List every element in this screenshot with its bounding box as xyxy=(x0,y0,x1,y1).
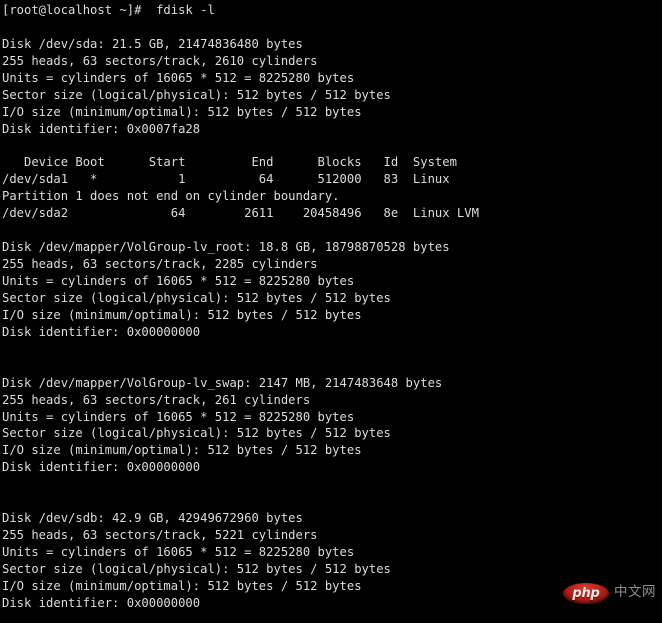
terminal-line: Disk identifier: 0x00000000 xyxy=(2,324,201,339)
terminal-line: /dev/sda2 64 2611 20458496 8e Linux LVM xyxy=(2,206,479,221)
terminal-line: I/O size (minimum/optimal): 512 bytes / … xyxy=(2,104,362,119)
terminal-line: Disk /dev/sdb: 42.9 GB, 42949672960 byte… xyxy=(2,511,303,526)
terminal-line: 255 heads, 63 sectors/track, 261 cylinde… xyxy=(2,392,311,407)
terminal-line: /dev/sda1 * 1 64 512000 83 Linux xyxy=(2,172,450,187)
terminal-line: Disk identifier: 0x0007fa28 xyxy=(2,121,201,136)
terminal-line: 255 heads, 63 sectors/track, 2610 cylind… xyxy=(2,53,318,68)
terminal-line: Units = cylinders of 16065 * 512 = 82252… xyxy=(2,545,355,559)
terminal-line: Disk /dev/mapper/VolGroup-lv_root: 18.8 … xyxy=(2,240,450,255)
terminal-line: I/O size (minimum/optimal): 512 bytes / … xyxy=(2,307,362,322)
terminal-line: 255 heads, 63 sectors/track, 2285 cylind… xyxy=(2,257,318,272)
terminal-line: Partition 1 does not end on cylinder bou… xyxy=(2,189,340,204)
terminal-line: Sector size (logical/physical): 512 byte… xyxy=(2,426,391,441)
terminal-line: Device Boot Start End Blocks Id System xyxy=(2,155,457,170)
terminal-line: Disk identifier: 0x00000000 xyxy=(2,460,201,475)
terminal-line: Sector size (logical/physical): 512 byte… xyxy=(2,87,391,102)
terminal-line: I/O size (minimum/optimal): 512 bytes / … xyxy=(2,578,362,593)
terminal-line: I/O size (minimum/optimal): 512 bytes / … xyxy=(2,443,362,458)
terminal-line: Units = cylinders of 16065 * 512 = 82252… xyxy=(2,409,355,424)
terminal-line: Disk /dev/mapper/VolGroup-lv_swap: 2147 … xyxy=(2,375,443,390)
terminal-line: Disk /dev/sda: 21.5 GB, 21474836480 byte… xyxy=(2,36,303,51)
terminal-line: Units = cylinders of 16065 * 512 = 82252… xyxy=(2,274,355,288)
terminal-output[interactable]: [root@localhost ~]# fdisk -l Disk /dev/s… xyxy=(0,0,662,623)
terminal-line: Sector size (logical/physical): 512 byte… xyxy=(2,561,391,576)
terminal-line: Sector size (logical/physical): 512 byte… xyxy=(2,290,391,305)
terminal-line: [root@localhost ~]# fdisk -l xyxy=(2,3,215,17)
terminal-line: Disk identifier: 0x00000000 xyxy=(2,595,201,610)
terminal-line: Units = cylinders of 16065 * 512 = 82252… xyxy=(2,70,355,85)
terminal-line: 255 heads, 63 sectors/track, 5221 cylind… xyxy=(2,528,318,543)
